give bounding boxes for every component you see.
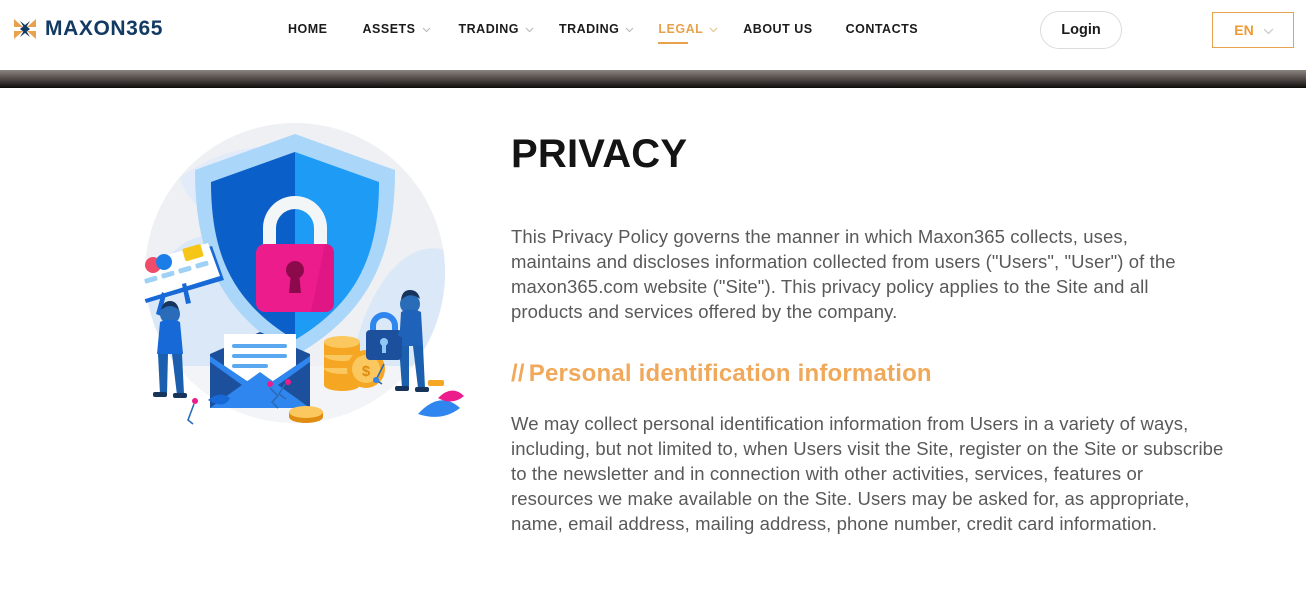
section-slashes: //	[511, 360, 525, 387]
chevron-down-icon	[709, 27, 718, 33]
nav-label: TRADING	[558, 22, 620, 36]
article-body: PRIVACY This Privacy Policy governs the …	[511, 134, 1231, 536]
nav-item-about-us[interactable]: ABOUT US	[743, 22, 812, 44]
chevron-down-icon	[625, 27, 634, 33]
section-heading: //Personal identification information	[511, 360, 1231, 388]
login-button-label: Login	[1061, 22, 1101, 38]
privacy-security-illustration: $	[120, 118, 480, 448]
nav-label: TRADING	[458, 22, 519, 36]
nav-item-home[interactable]: HOME	[288, 22, 328, 44]
nav-label: CONTACTS	[845, 22, 919, 36]
page-content: $ PRIVACY This Privacy Policy governs th…	[0, 88, 1306, 612]
intro-paragraph: This Privacy Policy governs the manner i…	[511, 226, 1176, 322]
nav-item-legal[interactable]: LEGAL	[658, 22, 718, 44]
nav-label: HOME	[288, 22, 328, 36]
chevron-down-icon	[525, 27, 534, 33]
language-code: EN	[1234, 22, 1254, 38]
nav-label: LEGAL	[658, 22, 704, 36]
chevron-down-icon	[422, 27, 431, 33]
login-button[interactable]: Login	[1040, 11, 1122, 49]
brand-logo[interactable]: MAXON365	[12, 16, 163, 42]
nav-item-trading-1[interactable]: TRADING	[459, 22, 534, 44]
nav-item-trading-2[interactable]: TRADING	[559, 22, 634, 44]
active-nav-underline	[658, 42, 689, 44]
nav-label: ABOUT US	[743, 22, 813, 36]
chevron-down-icon	[1263, 28, 1274, 34]
x-mark-logo-icon	[12, 16, 38, 42]
nav-label: ASSETS	[362, 22, 416, 36]
header-shadow-band	[0, 70, 1306, 88]
nav-item-assets[interactable]: ASSETS	[363, 22, 431, 44]
site-header: MAXON365 HOME ASSETS TRADING TRADING LEG…	[0, 0, 1306, 70]
svg-text:$: $	[362, 363, 371, 380]
page-title: PRIVACY	[511, 132, 688, 176]
section-heading-text: Personal identification information	[528, 360, 932, 387]
main-navigation: HOME ASSETS TRADING TRADING LEGAL ABOUT …	[288, 22, 918, 44]
page-root: MAXON365 HOME ASSETS TRADING TRADING LEG…	[0, 0, 1306, 612]
section-paragraph: We may collect personal identification i…	[511, 413, 1224, 534]
brand-name: MAXON365	[45, 17, 164, 40]
nav-item-contacts[interactable]: CONTACTS	[846, 22, 919, 44]
language-selector[interactable]: EN	[1212, 12, 1294, 48]
